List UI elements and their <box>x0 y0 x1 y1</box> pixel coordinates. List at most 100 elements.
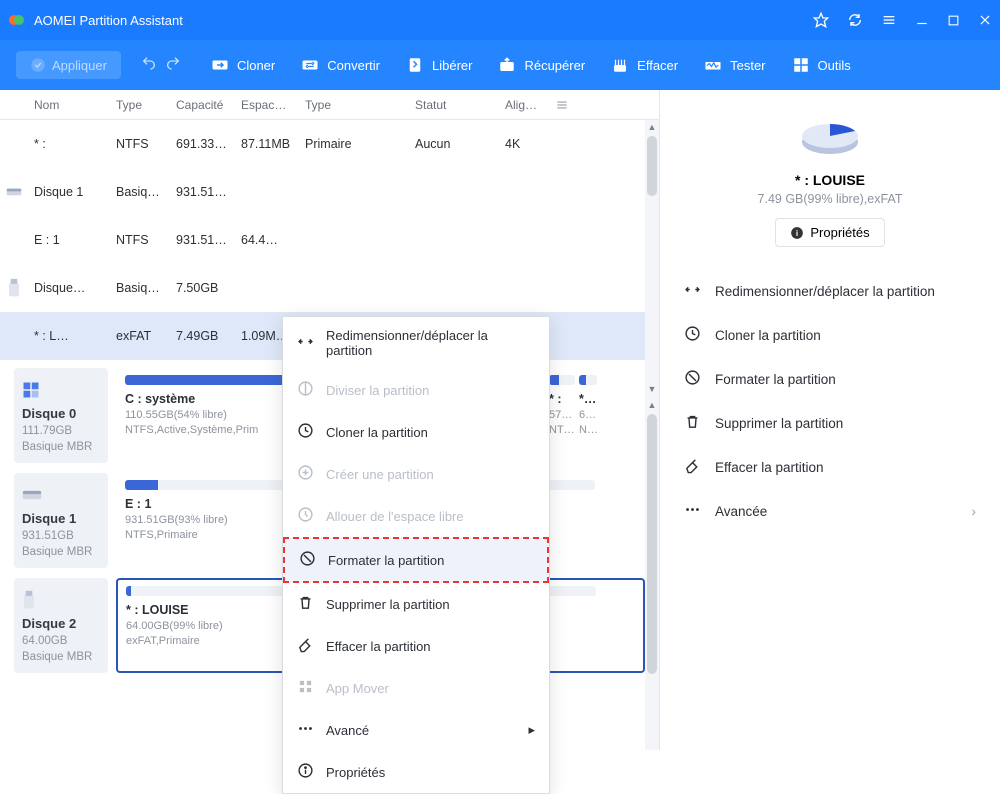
right-action-format[interactable]: Formater la partition <box>678 357 982 401</box>
right-action-label: Redimensionner/déplacer la partition <box>715 284 935 299</box>
col-type2[interactable]: Type <box>299 98 409 112</box>
scroll-thumb[interactable] <box>647 414 657 674</box>
col-stat[interactable]: Statut <box>409 98 499 112</box>
col-al[interactable]: Aligne… <box>499 98 547 112</box>
redo-icon[interactable] <box>165 55 181 76</box>
partition-block[interactable]: *…6…N… <box>579 375 597 458</box>
context-item-format[interactable]: Formater la partition <box>283 537 549 583</box>
col-cap[interactable]: Capacité <box>170 98 235 112</box>
disk-scheme: Basique MBR <box>22 546 100 558</box>
cell-type: NTFS <box>110 137 170 151</box>
partition-info2: NTF… <box>549 424 575 436</box>
right-action-resize[interactable]: Redimensionner/déplacer la partition <box>678 269 982 313</box>
cell-esp: 87.11MB <box>235 137 299 151</box>
titlebar: AOMEI Partition Assistant <box>0 0 1000 40</box>
disk-size: 111.79GB <box>22 425 100 437</box>
disk-scheme: Basique MBR <box>22 651 100 663</box>
cell-cap: 691.33… <box>170 137 235 151</box>
scroll-up-icon[interactable]: ▲ <box>645 398 659 412</box>
col-esp[interactable]: Espace… <box>235 98 299 112</box>
star-icon[interactable] <box>813 12 829 28</box>
cell-type2: Primaire <box>299 137 409 151</box>
col-nom[interactable]: Nom <box>28 98 110 112</box>
usage-bar <box>549 375 575 385</box>
maximize-icon[interactable] <box>947 14 960 27</box>
cell-al: 4K <box>499 137 547 151</box>
disk-scheme: Basique MBR <box>22 441 100 453</box>
context-item-mover: App Mover <box>283 667 549 709</box>
partition-table-header: Nom Type Capacité Espace… Type Statut Al… <box>0 90 659 120</box>
cell-cap: 7.50GB <box>170 281 235 295</box>
minimize-icon[interactable] <box>915 13 929 27</box>
context-menu: Redimensionner/déplacer la partition Divi… <box>282 316 550 794</box>
tool-label: Récupérer <box>524 58 585 73</box>
apply-button[interactable]: Appliquer <box>16 51 121 79</box>
format-icon <box>684 369 701 389</box>
disk-size: 64.00GB <box>22 635 100 647</box>
partition-info: 579… <box>549 409 575 421</box>
create-icon <box>297 464 314 484</box>
context-item-resize[interactable]: Redimensionner/déplacer la partition <box>283 317 549 369</box>
tool-label: Cloner <box>237 58 275 73</box>
scroll-up-icon[interactable]: ▲ <box>645 120 659 134</box>
right-action-dots[interactable]: Avancée› <box>678 489 982 533</box>
tool-recuperer[interactable]: Récupérer <box>488 50 595 80</box>
delete-icon <box>684 413 701 433</box>
tool-convertir[interactable]: Convertir <box>291 50 390 80</box>
col-menu-icon[interactable] <box>547 98 577 112</box>
cell-nom: * : <box>28 137 110 151</box>
right-action-label: Avancée <box>715 504 767 519</box>
tool-label: Effacer <box>637 58 678 73</box>
tool-cloner[interactable]: Cloner <box>201 50 285 80</box>
selected-partition-desc: 7.49 GB(99% libre),exFAT <box>678 192 982 206</box>
scroll-down-icon[interactable]: ▼ <box>645 382 659 396</box>
erase-icon <box>297 636 314 656</box>
vertical-scrollbar[interactable]: ▲ ▼ ▲ <box>645 120 659 750</box>
tool-outils[interactable]: Outils <box>782 50 861 80</box>
context-item-label: Effacer la partition <box>326 639 431 654</box>
right-action-delete[interactable]: Supprimer la partition <box>678 401 982 445</box>
disk-name: Disque 2 <box>22 616 100 631</box>
col-type[interactable]: Type <box>110 98 170 112</box>
context-item-create: Créer une partition <box>283 453 549 495</box>
right-action-clone[interactable]: Cloner la partition <box>678 313 982 357</box>
scroll-thumb[interactable] <box>647 136 657 196</box>
svg-text:i: i <box>796 228 798 237</box>
refresh-icon[interactable] <box>847 12 863 28</box>
cell-nom: E : 1 <box>28 233 110 247</box>
disk-size: 931.51GB <box>22 530 100 542</box>
disk-name: Disque 1 <box>22 511 100 526</box>
window-title: AOMEI Partition Assistant <box>34 13 813 28</box>
cell-type: exFAT <box>110 329 170 343</box>
cell-type: Basiqu… <box>110 185 170 199</box>
disk-icon <box>22 483 100 507</box>
table-row[interactable]: Disque 1Basiqu…931.51GB <box>0 168 659 216</box>
context-item-label: Diviser la partition <box>326 383 429 398</box>
properties-button[interactable]: i Propriétés <box>775 218 884 247</box>
resize-icon <box>684 281 701 301</box>
context-item-delete[interactable]: Supprimer la partition <box>283 583 549 625</box>
table-row[interactable]: Disque…Basiqu…7.50GB <box>0 264 659 312</box>
table-row[interactable]: E : 1NTFS931.51GB64.4… <box>0 216 659 264</box>
tool-liberer[interactable]: Libérer <box>396 50 482 80</box>
delete-icon <box>297 594 314 614</box>
menu-icon[interactable] <box>881 12 897 28</box>
disk-label: Disque 2 64.00GB Basique MBR <box>14 578 108 673</box>
context-item-dots[interactable]: Avancé▸ <box>283 709 549 751</box>
tool-effacer[interactable]: Effacer <box>601 50 688 80</box>
context-item-info[interactable]: Propriétés <box>283 751 549 793</box>
context-item-label: Redimensionner/déplacer la partition <box>326 328 535 358</box>
partition-block[interactable]: * :579…NTF… <box>549 375 575 458</box>
tool-tester[interactable]: Tester <box>694 50 775 80</box>
context-item-erase[interactable]: Effacer la partition <box>283 625 549 667</box>
right-action-label: Effacer la partition <box>715 460 824 475</box>
app-logo-icon <box>8 11 26 29</box>
right-action-erase[interactable]: Effacer la partition <box>678 445 982 489</box>
table-row[interactable]: * :NTFS691.33…87.11MBPrimaireAucun4K <box>0 120 659 168</box>
cell-nom: * : L… <box>28 329 110 343</box>
split-icon <box>297 380 314 400</box>
close-icon[interactable] <box>978 13 992 27</box>
undo-icon[interactable] <box>141 55 157 76</box>
context-item-clone[interactable]: Cloner la partition <box>283 411 549 453</box>
context-item-label: Créer une partition <box>326 467 434 482</box>
